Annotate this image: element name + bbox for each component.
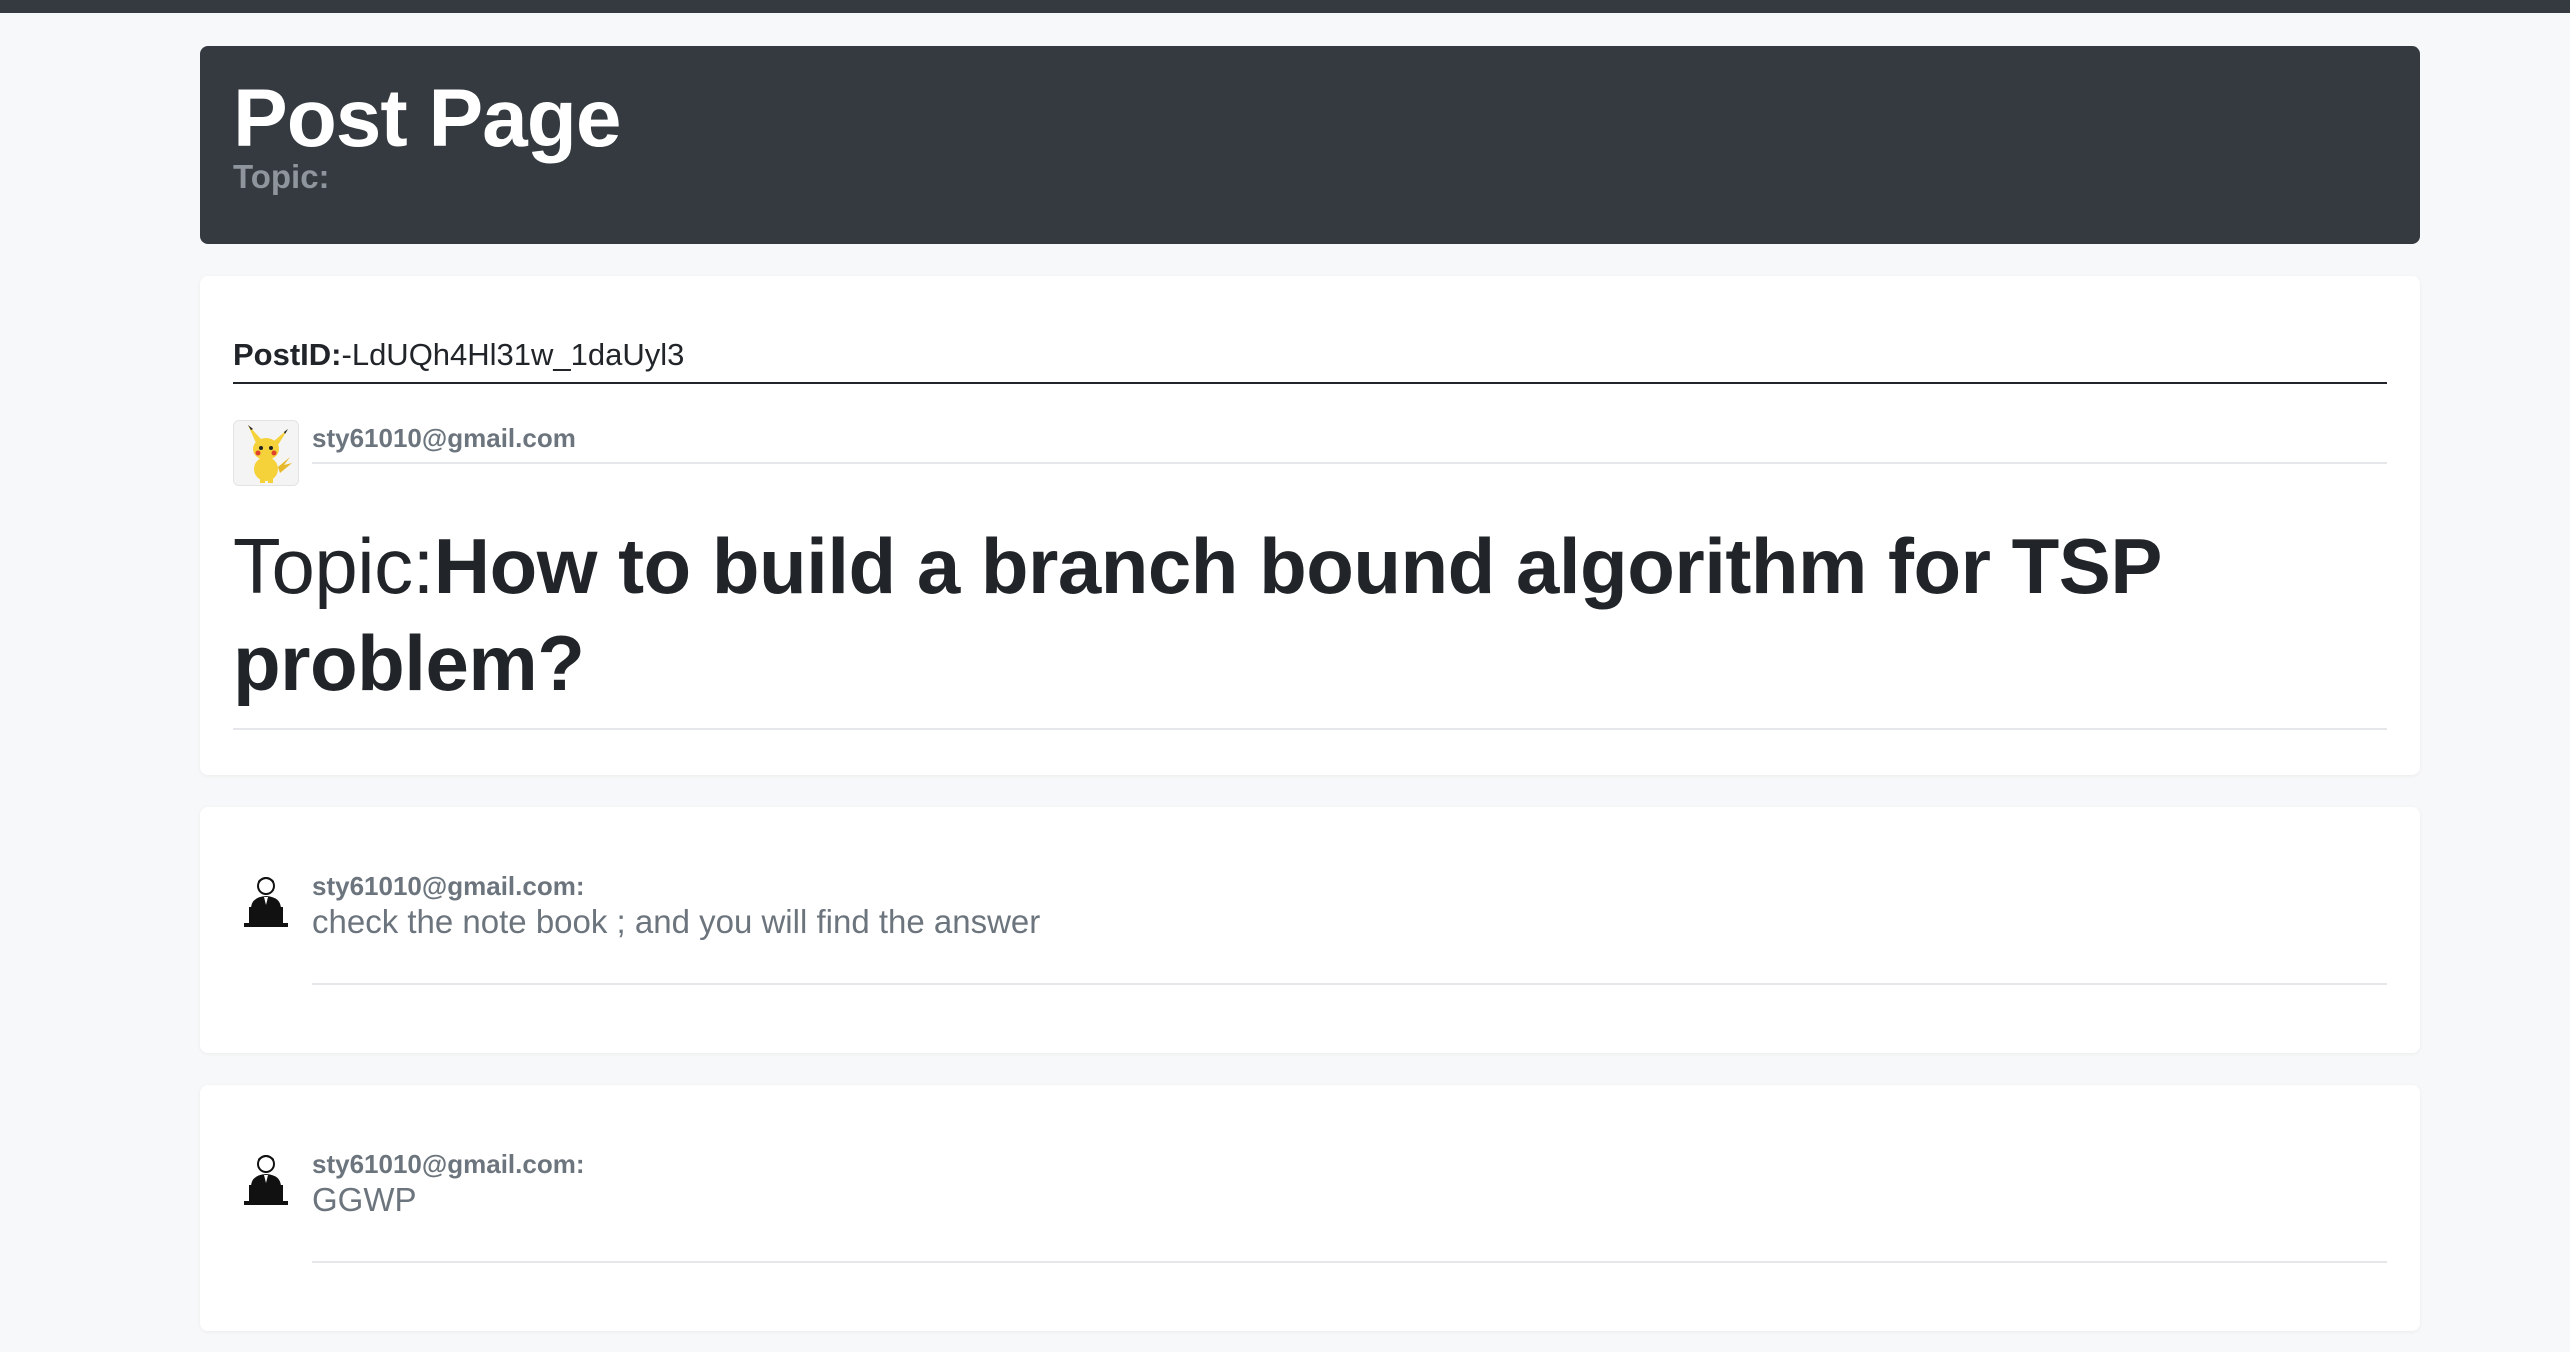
page-title: Post Page (233, 73, 621, 164)
user-laptop-icon (233, 1147, 299, 1213)
page-container: Post Page Topic: PostID:-LdUQh4Hl31w_1da… (200, 46, 2420, 1331)
comment-text: check the note book ; and you will find … (312, 903, 1041, 940)
page-subtitle: Topic: (233, 158, 330, 195)
post-id-row: PostID:-LdUQh4Hl31w_1daUyl3 (233, 328, 2387, 384)
comment-card: sty61010@gmail.com: GGWP (200, 1085, 2420, 1331)
top-navbar (0, 0, 2570, 13)
post-author: sty61010@gmail.com (312, 418, 2387, 464)
pikachu-avatar-icon (233, 420, 299, 486)
comment-author: sty61010@gmail.com: (312, 1149, 585, 1179)
comment-author: sty61010@gmail.com: (312, 871, 585, 901)
comment-text: GGWP (312, 1181, 417, 1218)
user-laptop-icon (233, 869, 299, 935)
comment-card: sty61010@gmail.com: check the note book … (200, 807, 2420, 1053)
page-header: Post Page Topic: (200, 46, 2420, 244)
post-card: PostID:-LdUQh4Hl31w_1daUyl3 sty61010@gma… (200, 276, 2420, 775)
comment-body: sty61010@gmail.com: GGWP (312, 1147, 2387, 1263)
topic-title: How to build a branch bound algorithm fo… (233, 522, 2161, 707)
post-id-value: -LdUQh4Hl31w_1daUyl3 (341, 337, 685, 372)
topic-prefix: Topic: (233, 522, 434, 610)
post-topic: Topic:How to build a branch bound algori… (233, 518, 2387, 730)
comment-body: sty61010@gmail.com: check the note book … (312, 869, 2387, 985)
post-id-label: PostID: (233, 337, 342, 372)
